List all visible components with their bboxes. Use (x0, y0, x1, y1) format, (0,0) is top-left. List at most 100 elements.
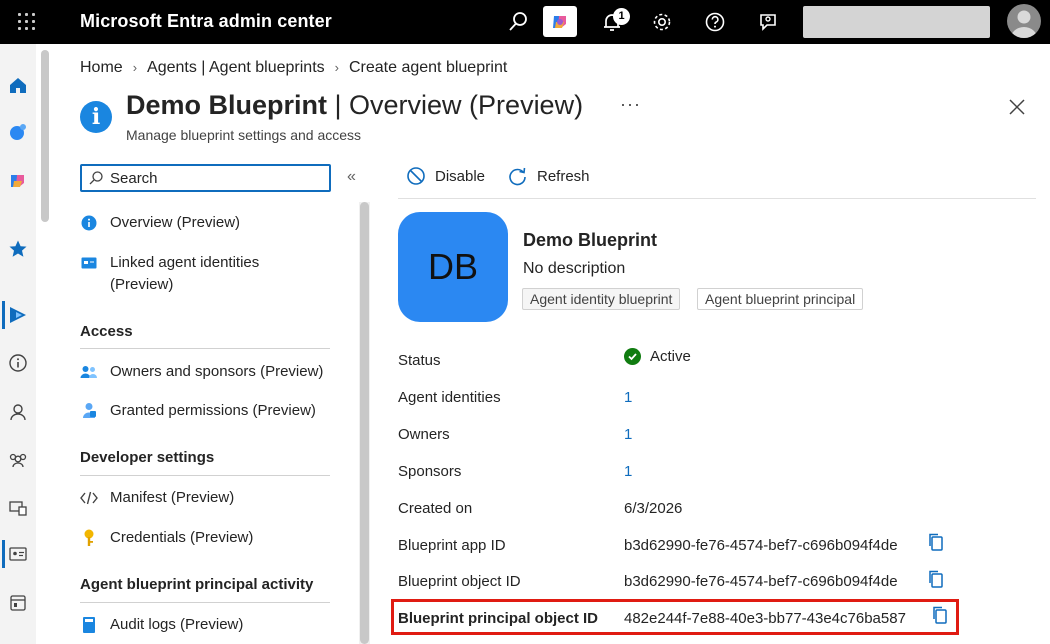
nav-divider (80, 475, 330, 476)
nav-item-manifest[interactable]: Manifest (Preview) (80, 489, 234, 509)
status-value: Active (624, 348, 691, 365)
disable-icon (407, 167, 425, 185)
sponsors-link[interactable]: 1 (624, 463, 632, 480)
rail-scrollbar[interactable] (38, 44, 54, 644)
created-on-label: Created on (398, 500, 473, 517)
breadcrumb-create[interactable]: Create agent blueprint (349, 59, 507, 77)
blueprint-app-id-value: b3d62990-fe76-4574-bef7-c696b094f4de (624, 537, 898, 554)
people-icon (80, 363, 98, 381)
user-avatar[interactable] (1007, 4, 1041, 38)
page-title-section: | Overview (Preview) (327, 90, 584, 120)
app-launcher-icon[interactable] (16, 11, 38, 33)
close-icon[interactable] (1006, 96, 1028, 118)
refresh-button[interactable]: Refresh (507, 166, 590, 187)
nav-item-audit-logs[interactable]: Audit logs (Preview) (80, 616, 243, 636)
copy-icon[interactable] (930, 605, 950, 625)
app-window-icon[interactable] (5, 590, 31, 616)
nav-section-access: Access (80, 323, 133, 340)
page-subtitle: Manage blueprint settings and access (126, 127, 362, 143)
sponsors-label: Sponsors (398, 463, 462, 480)
info-icon (80, 214, 98, 232)
left-rail (0, 44, 36, 644)
info-icon: i (80, 101, 112, 133)
nav-item-label: Linked agent identities (110, 254, 260, 271)
copy-icon[interactable] (926, 532, 946, 552)
nav-item-linked-identities[interactable]: Linked agent identities (Preview) (80, 254, 259, 296)
blueprint-principal-object-id-label: Blueprint principal object ID (398, 610, 599, 627)
breadcrumb-separator-icon: › (334, 60, 339, 75)
page-title-name: Demo Blueprint (126, 90, 328, 120)
status-text: Active (650, 348, 691, 365)
nav-search-box[interactable] (80, 164, 331, 192)
nav-item-label: Audit logs (Preview) (110, 616, 244, 633)
search-icon[interactable] (503, 8, 533, 36)
blueprint-object-id-label: Blueprint object ID (398, 573, 521, 590)
nav-scrollbar[interactable] (359, 202, 370, 644)
feedback-icon[interactable] (753, 8, 783, 36)
breadcrumb-home[interactable]: Home (80, 59, 123, 77)
favorites-star-icon[interactable] (5, 236, 31, 262)
app-title[interactable]: Microsoft Entra admin center (80, 11, 332, 32)
breadcrumb-separator-icon: › (132, 60, 138, 75)
agent-identities-link[interactable]: 1 (624, 389, 632, 406)
tag-agent-blueprint-principal: Agent blueprint principal (697, 288, 864, 310)
code-icon (80, 489, 98, 507)
settings-gear-icon[interactable] (647, 8, 677, 36)
owners-link[interactable]: 1 (624, 426, 632, 443)
nav-item-credentials[interactable]: Credentials (Preview) (80, 529, 253, 549)
search-icon (89, 171, 103, 185)
more-options-icon[interactable]: ··· (620, 94, 641, 115)
id-card-icon[interactable] (5, 541, 31, 567)
copy-icon[interactable] (926, 569, 946, 589)
nav-item-label: Overview (Preview) (110, 214, 241, 231)
entity-description: No description (523, 260, 626, 277)
account-info-box[interactable] (803, 6, 990, 38)
created-on-value: 6/3/2026 (624, 500, 683, 517)
blueprint-app-id-label: Blueprint app ID (398, 537, 506, 554)
nav-item-overview[interactable]: Overview (Preview) (80, 214, 240, 234)
top-bar: Microsoft Entra admin center 1 (0, 0, 1050, 44)
nav-divider (80, 348, 330, 349)
lock-person-icon (80, 402, 98, 420)
notification-count-badge: 1 (613, 8, 630, 25)
nav-item-label: Owners and sponsors (Preview) (110, 363, 324, 380)
log-book-icon (80, 616, 98, 634)
refresh-label: Refresh (537, 168, 590, 185)
nav-search-input[interactable] (110, 169, 310, 187)
disable-button[interactable]: Disable (406, 166, 485, 186)
nav-item-label: Granted permissions (Preview) (110, 402, 316, 419)
nav-item-granted-permissions[interactable]: Granted permissions (Preview) (80, 402, 316, 422)
tag-agent-identity-blueprint: Agent identity blueprint (522, 288, 681, 310)
home-icon[interactable] (5, 72, 31, 98)
help-icon[interactable] (700, 8, 730, 36)
nav-section-activity: Agent blueprint principal activity (80, 576, 314, 593)
nav-item-label: Credentials (Preview) (110, 529, 254, 546)
entity-name: Demo Blueprint (523, 230, 658, 250)
agent-identities-label: Agent identities (398, 389, 501, 406)
breadcrumb: Home › Agents | Agent blueprints › Creat… (80, 59, 507, 77)
id-card-icon (80, 254, 98, 272)
copilot-icon[interactable] (5, 168, 31, 194)
breadcrumb-agents[interactable]: Agents | Agent blueprints (147, 59, 325, 77)
nav-divider (80, 602, 330, 603)
command-bar-divider (398, 198, 1036, 199)
groups-icon[interactable] (5, 447, 31, 473)
agents-icon[interactable] (5, 302, 31, 328)
blueprint-object-id-value: b3d62990-fe76-4574-bef7-c696b094f4de (624, 573, 898, 590)
info-icon[interactable] (5, 350, 31, 376)
disable-label: Disable (435, 167, 486, 185)
owners-label: Owners (398, 426, 450, 443)
collapse-nav-icon[interactable]: « (347, 168, 356, 186)
page-title: Demo Blueprint | Overview (Preview) (126, 90, 583, 121)
nav-section-developer: Developer settings (80, 449, 215, 466)
diamond-icon[interactable] (5, 119, 31, 145)
devices-icon[interactable] (5, 495, 31, 521)
user-icon[interactable] (5, 399, 31, 425)
refresh-icon (509, 167, 526, 186)
nav-item-label: Manifest (Preview) (110, 489, 235, 506)
nav-item-owners-sponsors[interactable]: Owners and sponsors (Preview) (80, 363, 323, 383)
copilot-icon[interactable] (543, 6, 577, 37)
entity-initials-avatar: DB (398, 212, 508, 322)
blueprint-principal-object-id-value: 482e244f-7e88-40e3-bb77-43e4c76ba587 (624, 610, 906, 627)
check-circle-icon (624, 348, 641, 365)
